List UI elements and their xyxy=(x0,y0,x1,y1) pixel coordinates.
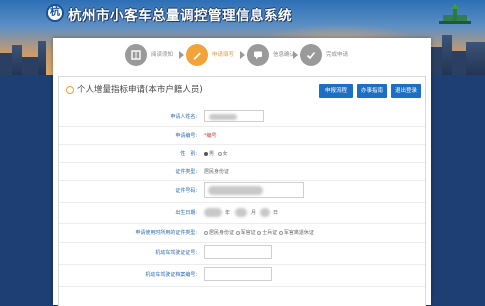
redacted-value xyxy=(208,186,263,195)
birth-month-label: 月 xyxy=(251,210,257,216)
step-label: 阅读须知 xyxy=(151,52,174,58)
step-arrow-icon xyxy=(240,51,245,59)
check-icon xyxy=(300,44,322,66)
step-label: 申请填写 xyxy=(212,52,235,58)
row-gender: 性 别: 男 女 xyxy=(59,147,425,161)
field-label: 申请人姓名: xyxy=(170,114,197,120)
redacted-month xyxy=(235,208,247,217)
row-birth-date: 出生日期: 年 月 日 xyxy=(59,205,425,221)
row-id-type: 证件类型: 居民身份证 xyxy=(59,165,425,179)
book-icon xyxy=(125,44,147,66)
step-arrow-icon xyxy=(293,51,298,59)
guide-button[interactable]: 办事指南 xyxy=(357,84,387,98)
license-opt3-label: 士兵证 xyxy=(262,230,278,236)
field-label: 机动车驾驶证档案编号: xyxy=(145,272,197,278)
row-license-number: 机动车驾驶证证号: xyxy=(59,245,425,261)
gender-female-label: 女 xyxy=(222,151,228,157)
redacted-value xyxy=(209,114,237,120)
field-label: 出生日期: xyxy=(175,210,197,216)
gender-male-label: 男 xyxy=(209,151,215,157)
birth-day-label: 日 xyxy=(273,210,279,216)
step-label: 信息确认 xyxy=(273,52,296,58)
main-panel: 阅读须知 申请填写 信息确认 完成申请 个人增量指标申请(本市户籍人员) 申报流… xyxy=(53,38,431,306)
license-type-options: 居民身份证 军官证 士兵证 军官离退休证 xyxy=(204,229,314,236)
id-type-value: 居民身份证 xyxy=(204,169,230,175)
license-opt4-label: 军官离退休证 xyxy=(283,230,314,236)
license-opt3-radio[interactable] xyxy=(257,230,262,235)
chat-icon xyxy=(247,44,269,66)
application-form: 个人增量指标申请(本市户籍人员) 申报流程 办事指南 退出登录 申请人姓名: 申… xyxy=(58,76,426,306)
site-title: 杭州市小客车总量调控管理信息系统 xyxy=(68,8,292,24)
gender-options: 男 女 xyxy=(204,150,228,157)
license-file-number-field[interactable] xyxy=(204,267,272,281)
form-header: 个人增量指标申请(本市户籍人员) 申报流程 办事指南 退出登录 xyxy=(59,77,425,103)
license-opt2-label: 军官证 xyxy=(240,230,256,236)
field-label: 申请使用时所用的证件类型: xyxy=(135,230,197,236)
form-title: 个人增量指标申请(本市户籍人员) xyxy=(77,85,203,95)
row-application-number: 申请编号: *编号 xyxy=(59,129,425,143)
step-label: 完成申请 xyxy=(326,52,349,58)
gender-female-radio[interactable] xyxy=(217,151,222,156)
field-label: 证件类型: xyxy=(175,169,197,175)
row-id-number: 证件号码: xyxy=(59,182,425,200)
application-number-value: *编号 xyxy=(204,133,217,139)
step-arrow-icon xyxy=(179,51,184,59)
id-number-field[interactable] xyxy=(204,182,304,198)
process-button[interactable]: 申报流程 xyxy=(319,84,353,98)
redacted-year xyxy=(204,208,222,217)
birth-year-label: 年 xyxy=(225,210,231,216)
license-opt1-radio[interactable] xyxy=(204,230,208,235)
applicant-name-field[interactable] xyxy=(204,110,264,122)
form-title-icon xyxy=(66,86,74,94)
step-indicator: 阅读须知 申请填写 信息确认 完成申请 xyxy=(53,38,431,72)
row-license-file-number: 机动车驾驶证档案编号: xyxy=(59,267,425,283)
row-license-type: 申请使用时所用的证件类型: 居民身份证 军官证 士兵证 军官离退休证 xyxy=(59,226,425,240)
license-opt2-radio[interactable] xyxy=(235,230,240,235)
field-label: 证件号码: xyxy=(175,188,197,194)
tower-icon xyxy=(439,3,471,24)
license-number-field[interactable] xyxy=(204,245,272,259)
redacted-day xyxy=(260,208,270,217)
gender-male-radio[interactable] xyxy=(204,151,208,156)
field-label: 性 别: xyxy=(180,151,197,157)
logout-button[interactable]: 退出登录 xyxy=(391,84,421,98)
city-logo: 杭 xyxy=(46,4,64,22)
field-label: 申请编号: xyxy=(175,133,197,139)
pencil-icon xyxy=(186,44,208,66)
license-opt1-label: 居民身份证 xyxy=(209,230,235,236)
row-applicant-name: 申请人姓名: xyxy=(59,110,425,124)
field-label: 机动车驾驶证证号: xyxy=(155,250,197,256)
license-opt4-radio[interactable] xyxy=(278,230,283,235)
